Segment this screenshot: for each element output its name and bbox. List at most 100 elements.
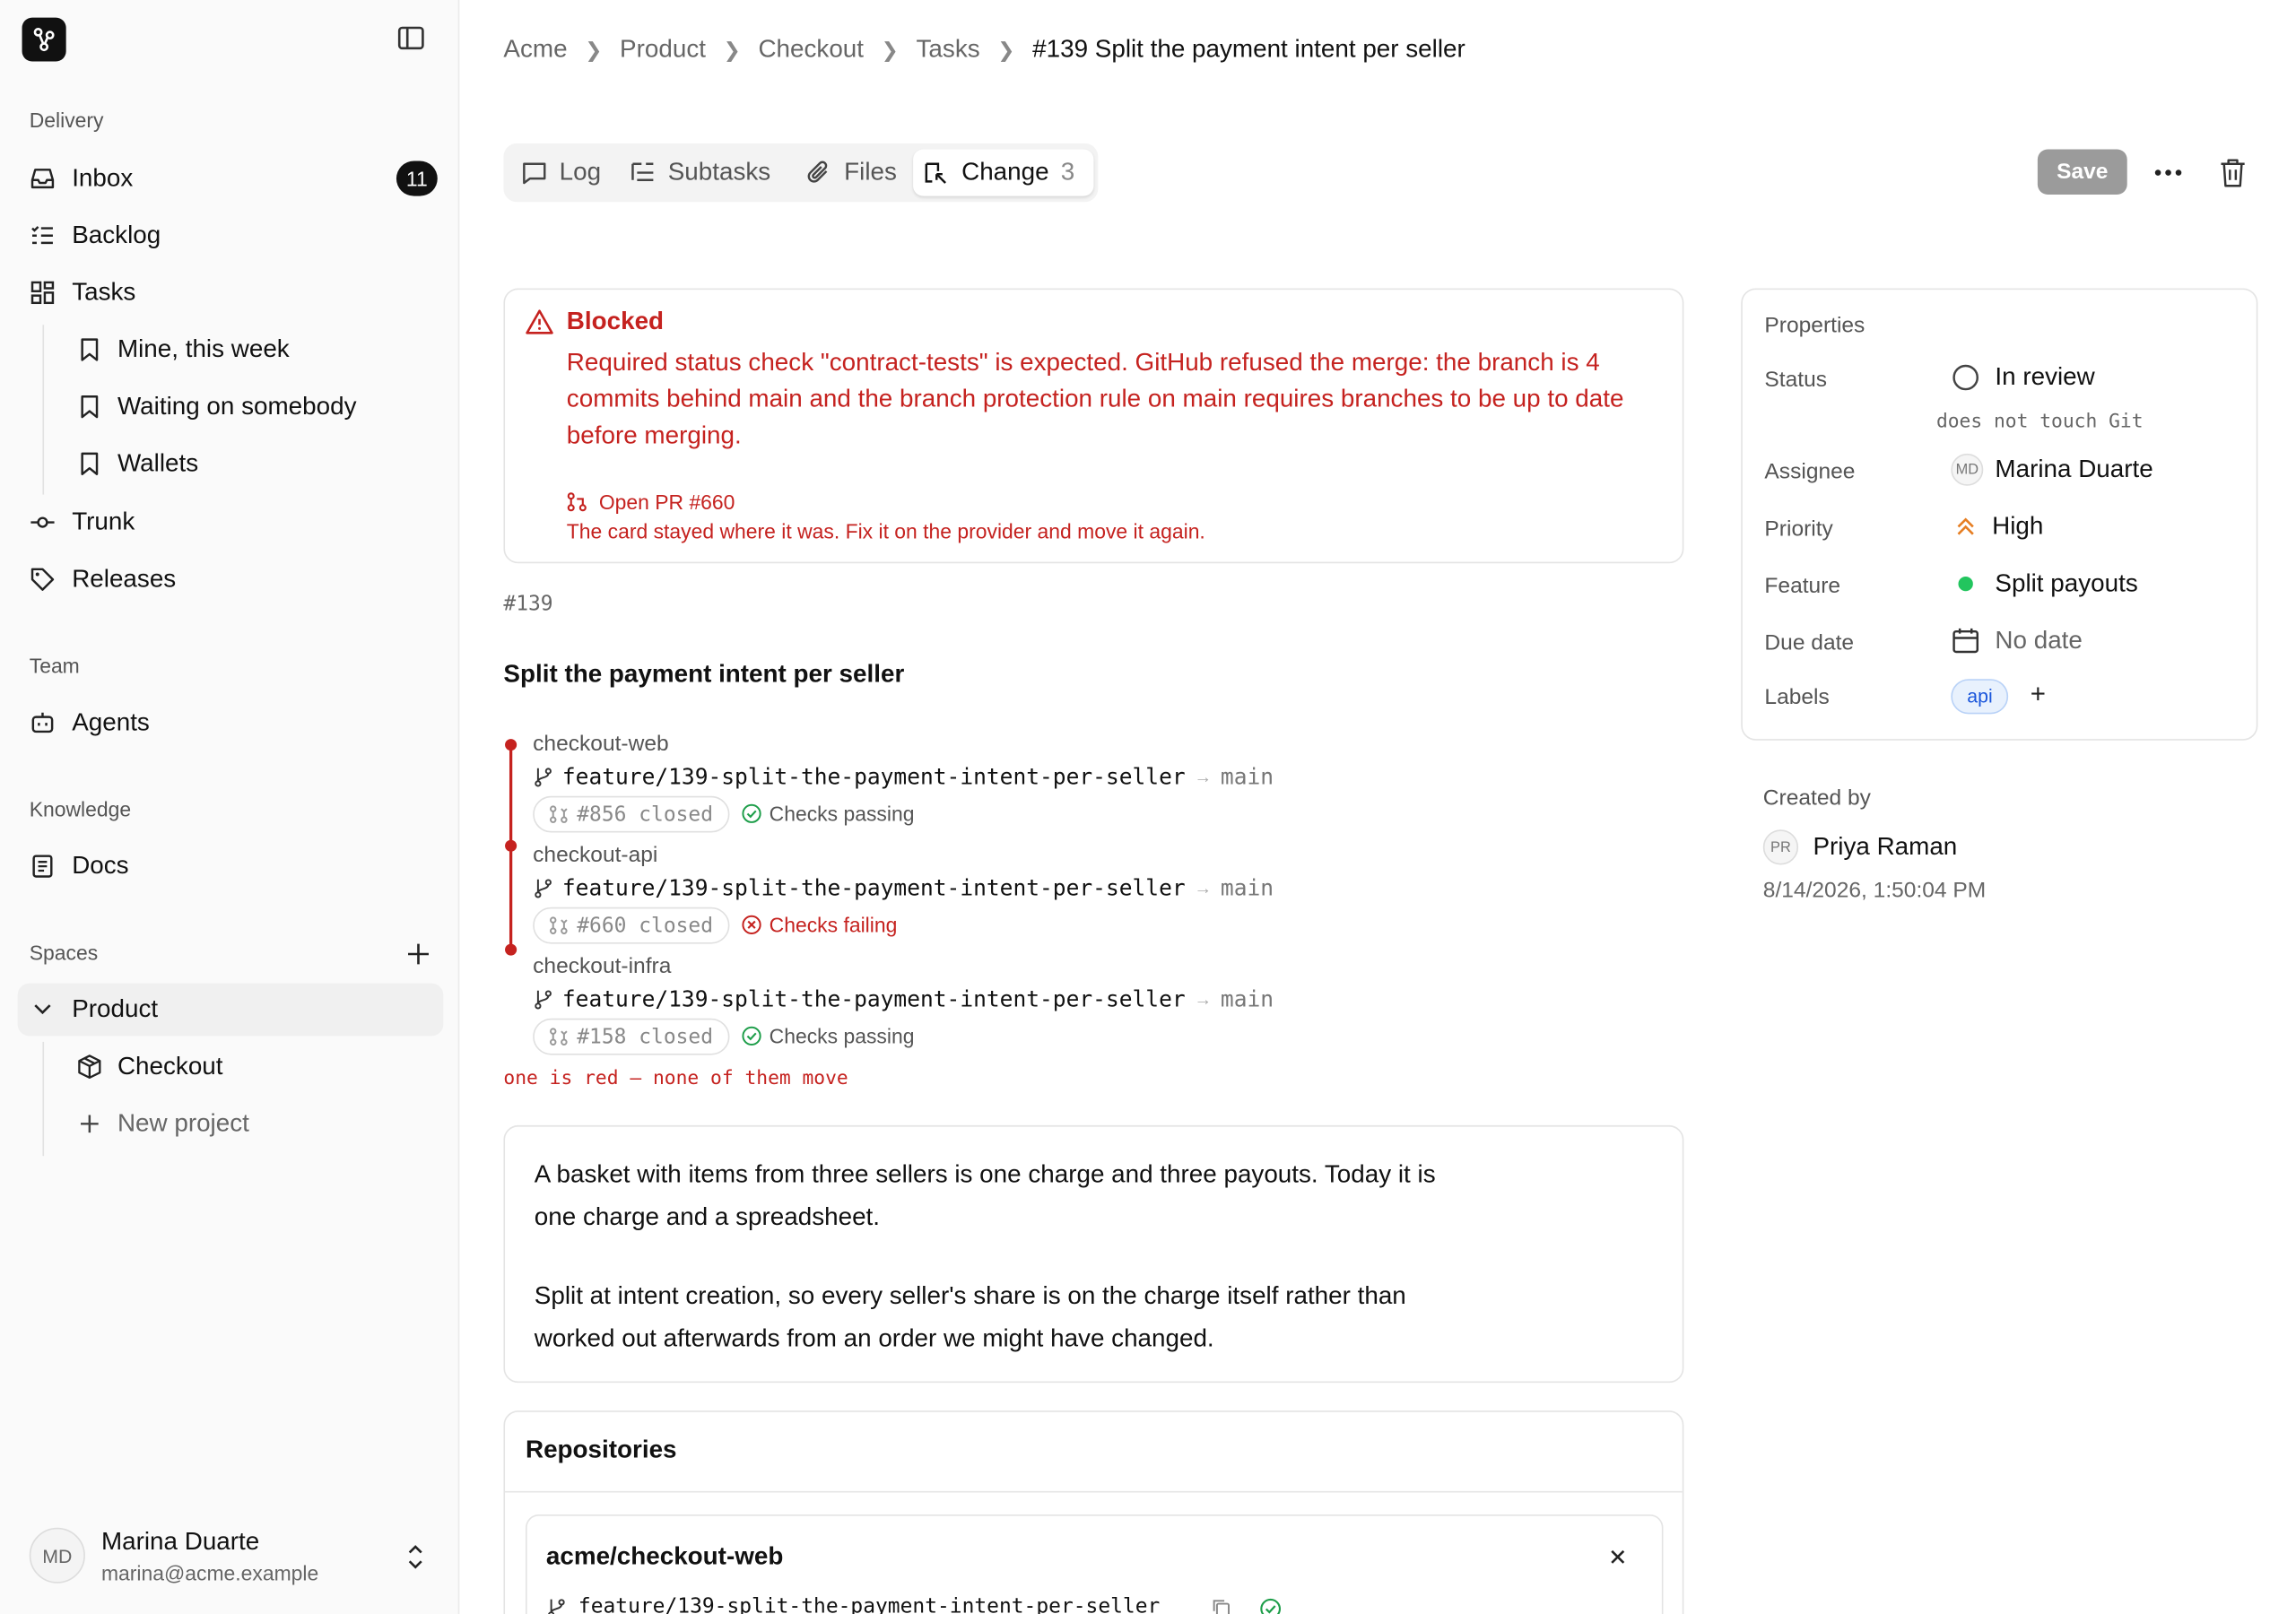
user-name: Marina Duarte bbox=[100, 1527, 260, 1556]
tasks-icon bbox=[30, 281, 55, 305]
arrow-right-icon: → bbox=[1194, 767, 1213, 787]
git-branch-icon bbox=[535, 990, 552, 1010]
change-repo-name[interactable]: checkout-api bbox=[533, 843, 657, 868]
open-pr-link[interactable]: Open PR #660 bbox=[567, 490, 735, 514]
more-options-icon[interactable] bbox=[2152, 158, 2185, 187]
sidebar-item-label: Product bbox=[72, 994, 159, 1023]
feature-dot-icon bbox=[1958, 576, 1973, 592]
sidebar-item-label: Tasks bbox=[72, 278, 136, 307]
tab-label: Log bbox=[559, 158, 602, 187]
labels-label: Labels bbox=[1764, 684, 1830, 710]
avatar: MD bbox=[29, 1527, 85, 1584]
created-by-user: PR Priya Raman bbox=[1762, 829, 1957, 865]
checks-status[interactable]: Checks passing bbox=[742, 802, 915, 826]
close-icon[interactable] bbox=[1607, 1547, 1628, 1567]
bookmark-icon bbox=[81, 338, 99, 361]
sidebar-item-new-project[interactable]: New project bbox=[18, 1098, 444, 1150]
tab-log[interactable]: Log bbox=[521, 149, 627, 195]
description-editor[interactable]: A basket with items from three sellers i… bbox=[503, 1124, 1684, 1384]
status-select[interactable]: In review bbox=[1951, 363, 2095, 393]
trash-icon[interactable] bbox=[2218, 157, 2248, 189]
save-button[interactable]: Save bbox=[2037, 149, 2127, 195]
package-icon bbox=[78, 1054, 101, 1080]
sidebar-toggle-icon[interactable] bbox=[396, 23, 429, 56]
message-icon bbox=[523, 162, 546, 185]
sidebar-item-wallets[interactable]: Wallets bbox=[18, 438, 444, 490]
priority-select[interactable]: High bbox=[1954, 512, 2044, 542]
bookmark-icon bbox=[81, 395, 99, 419]
blocked-title: Blocked bbox=[566, 307, 665, 335]
feature-value: Split payouts bbox=[1995, 568, 2138, 597]
user-email: marina@acme.example bbox=[100, 1561, 319, 1585]
sidebar-item-label: Agents bbox=[72, 707, 150, 736]
tab-label: Subtasks bbox=[667, 158, 771, 187]
git-compare-icon bbox=[925, 162, 946, 184]
sidebar-item-waiting[interactable]: Waiting on somebody bbox=[18, 380, 444, 433]
priority-value: High bbox=[1992, 512, 2044, 541]
section-delivery: Delivery bbox=[29, 108, 104, 132]
assignee-select[interactable]: MD Marina Duarte bbox=[1951, 453, 2153, 486]
sidebar: Delivery Inbox 11 Backlog Tasks Mine, th… bbox=[0, 0, 460, 1614]
git-branch-icon bbox=[535, 879, 552, 898]
pr-status-pill[interactable]: #856 closed bbox=[533, 795, 730, 833]
logo-icon bbox=[33, 28, 55, 52]
check-circle-icon bbox=[742, 1026, 761, 1046]
due-date-picker[interactable]: No date bbox=[1951, 626, 2083, 655]
sidebar-item-tasks[interactable]: Tasks bbox=[18, 266, 444, 319]
tab-bar: Log Subtasks Files Change 3 bbox=[503, 143, 1099, 203]
tab-subtasks[interactable]: Subtasks bbox=[630, 149, 794, 195]
breadcrumb-product[interactable]: Product bbox=[620, 35, 706, 65]
repository-branch: feature/139-split-the-payment-intent-per… bbox=[578, 1594, 1161, 1614]
tab-label: Files bbox=[844, 158, 897, 187]
pr-status-label: #660 closed bbox=[577, 914, 714, 938]
checks-status[interactable]: Checks failing bbox=[742, 913, 898, 937]
chevron-right-icon: ❯ bbox=[723, 37, 741, 61]
description-line: worked out afterwards from an order we m… bbox=[534, 1323, 1214, 1352]
task-title[interactable]: Split the payment intent per seller bbox=[503, 660, 904, 690]
sidebar-item-releases[interactable]: Releases bbox=[18, 553, 444, 606]
user-menu[interactable]: MD Marina Duarte marina@acme.example bbox=[29, 1524, 448, 1589]
sidebar-item-label: Backlog bbox=[72, 221, 161, 249]
change-branch-name: feature/139-split-the-payment-intent-per… bbox=[561, 763, 1186, 791]
sidebar-item-checkout[interactable]: Checkout bbox=[18, 1040, 444, 1093]
add-space-icon[interactable] bbox=[405, 941, 431, 967]
change-repo-name[interactable]: checkout-infra bbox=[533, 954, 671, 979]
assignee-label: Assignee bbox=[1764, 459, 1856, 485]
checks-label: Checks failing bbox=[769, 913, 898, 937]
inbox-count-badge: 11 bbox=[396, 161, 438, 196]
tab-change[interactable]: Change 3 bbox=[913, 149, 1094, 196]
document-icon bbox=[32, 855, 53, 878]
add-label-icon[interactable]: + bbox=[2031, 679, 2046, 709]
bookmark-icon bbox=[81, 452, 99, 475]
tab-files[interactable]: Files bbox=[806, 149, 909, 195]
app-logo[interactable] bbox=[22, 17, 66, 62]
feature-select[interactable]: Split payouts bbox=[1958, 568, 2138, 599]
breadcrumb-checkout[interactable]: Checkout bbox=[758, 35, 864, 65]
robot-icon bbox=[31, 712, 54, 733]
pr-status-pill[interactable]: #660 closed bbox=[533, 907, 730, 944]
breadcrumb-acme[interactable]: Acme bbox=[503, 35, 567, 65]
sidebar-item-backlog[interactable]: Backlog bbox=[18, 209, 444, 262]
backlog-icon bbox=[31, 226, 53, 245]
label-chip-api[interactable]: api bbox=[1951, 679, 2009, 715]
checks-status[interactable]: Checks passing bbox=[742, 1024, 914, 1047]
sidebar-item-mine-this-week[interactable]: Mine, this week bbox=[18, 324, 444, 377]
avatar: MD bbox=[1951, 453, 1984, 486]
sidebar-item-agents[interactable]: Agents bbox=[18, 697, 444, 750]
created-by-label: Created by bbox=[1762, 785, 1871, 811]
created-date: 8/14/2026, 1:50:04 PM bbox=[1762, 878, 1987, 903]
copy-icon[interactable] bbox=[1211, 1598, 1231, 1614]
sidebar-item-product[interactable]: Product bbox=[17, 983, 444, 1037]
sidebar-item-trunk[interactable]: Trunk bbox=[18, 496, 444, 549]
change-repo-name[interactable]: checkout-web bbox=[533, 732, 669, 757]
sidebar-item-inbox[interactable]: Inbox 11 bbox=[18, 152, 444, 205]
blocked-alert: Blocked Required status check "contract-… bbox=[503, 288, 1684, 564]
section-knowledge: Knowledge bbox=[29, 797, 132, 821]
checks-label: Checks passing bbox=[769, 802, 915, 826]
breadcrumb-tasks[interactable]: Tasks bbox=[917, 35, 980, 65]
pr-status-pill[interactable]: #158 closed bbox=[533, 1018, 730, 1055]
pull-request-icon bbox=[549, 1028, 568, 1046]
sidebar-item-docs[interactable]: Docs bbox=[18, 840, 444, 893]
calendar-icon bbox=[1952, 628, 1979, 654]
tag-icon bbox=[30, 568, 55, 591]
